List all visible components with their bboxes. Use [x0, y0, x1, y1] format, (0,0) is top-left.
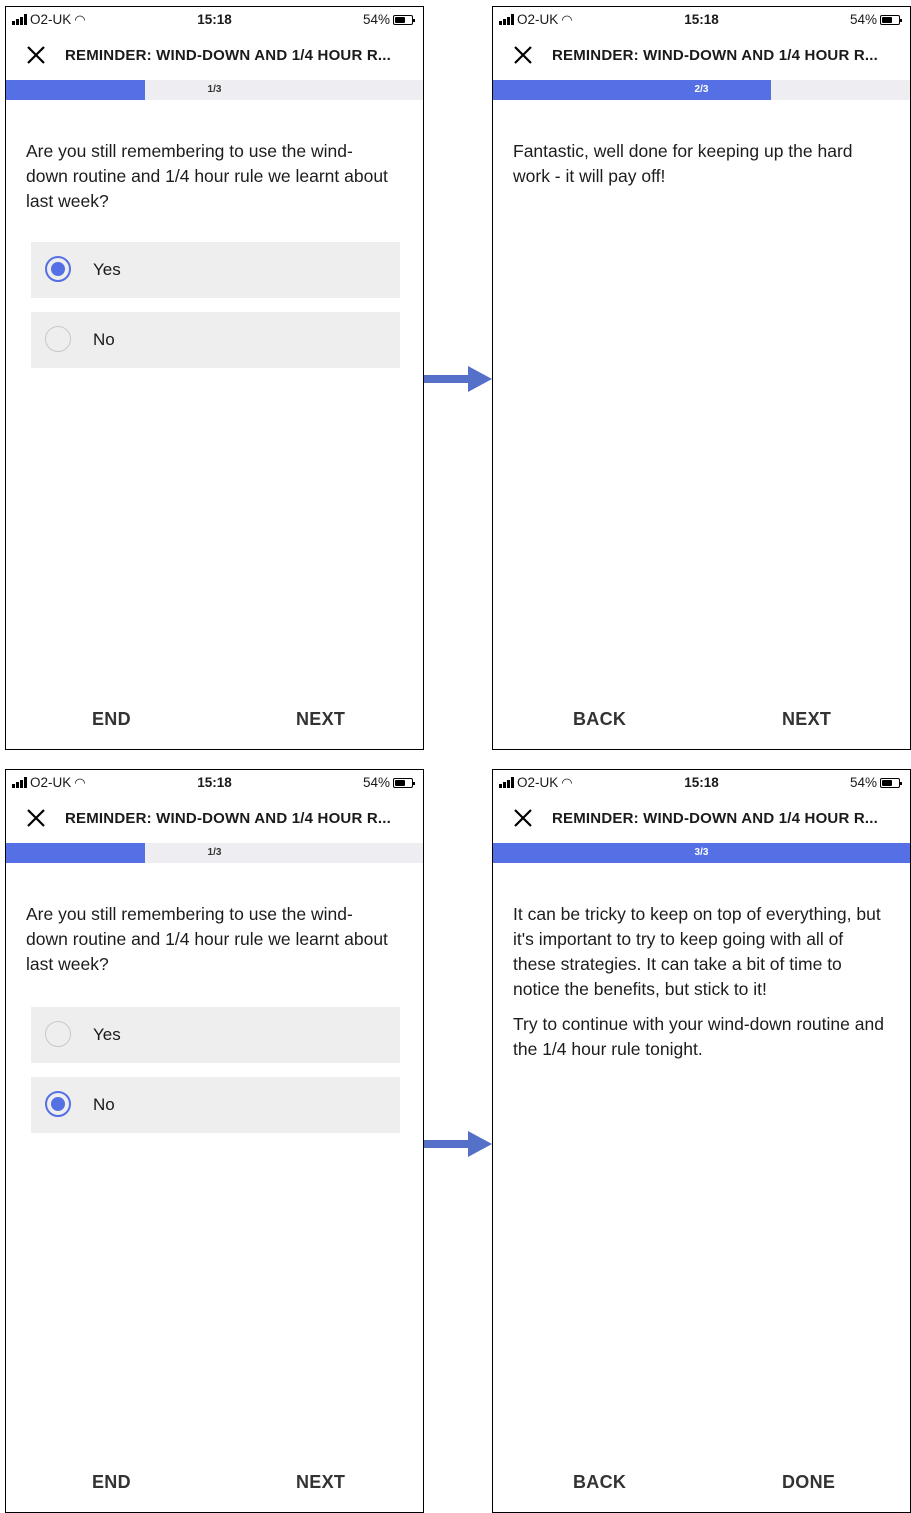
screen-3: O2-UK ◠ 15:18 54% REMINDER: WIND-DOWN AN… — [5, 769, 424, 1513]
next-button[interactable]: NEXT — [782, 709, 831, 730]
radio-icon[interactable] — [45, 1021, 71, 1047]
message-text: It can be tricky to keep on top of every… — [513, 902, 888, 1072]
battery-icon — [880, 14, 902, 25]
radio-icon[interactable] — [45, 256, 71, 282]
close-icon[interactable] — [511, 806, 535, 830]
battery-group: 54% — [362, 12, 415, 27]
option-label: No — [93, 330, 115, 349]
battery-group: 54% — [849, 12, 902, 27]
message-text: Fantastic, well done for keeping up the … — [513, 139, 888, 199]
progress-bar: 3/3 — [493, 843, 910, 863]
status-bar: O2-UK ◠ 15:18 54% — [493, 7, 910, 33]
option-label: Yes — [93, 260, 121, 279]
done-button[interactable]: DONE — [782, 1472, 835, 1493]
status-bar: O2-UK ◠ 15:18 54% — [6, 770, 423, 796]
status-time: 15:18 — [684, 12, 719, 27]
option-label: Yes — [93, 1025, 121, 1044]
progress-bar: 1/3 — [6, 843, 423, 863]
close-icon[interactable] — [511, 43, 535, 67]
status-bar: O2-UK ◠ 15:18 54% — [493, 770, 910, 796]
page-title: REMINDER: WIND-DOWN AND 1/4 HOUR R... — [65, 47, 392, 64]
radio-icon[interactable] — [45, 1091, 71, 1117]
screen-4: O2-UK ◠ 15:18 54% REMINDER: WIND-DOWN AN… — [492, 769, 911, 1513]
battery-icon — [393, 777, 415, 788]
progress-label: 3/3 — [694, 847, 709, 858]
status-bar: O2-UK ◠ 15:18 54% — [6, 7, 423, 33]
next-button[interactable]: NEXT — [296, 1472, 345, 1493]
header: REMINDER: WIND-DOWN AND 1/4 HOUR R... — [6, 800, 423, 840]
message-paragraph: It can be tricky to keep on top of every… — [513, 904, 881, 999]
header: REMINDER: WIND-DOWN AND 1/4 HOUR R... — [493, 37, 910, 77]
option-no[interactable]: No — [31, 1077, 400, 1133]
status-time: 15:18 — [197, 12, 232, 27]
header: REMINDER: WIND-DOWN AND 1/4 HOUR R... — [6, 37, 423, 77]
end-button[interactable]: END — [92, 709, 131, 730]
footer: BACK NEXT — [493, 693, 910, 749]
close-icon[interactable] — [24, 43, 48, 67]
screen-2: O2-UK ◠ 15:18 54% REMINDER: WIND-DOWN AN… — [492, 6, 911, 750]
footer: END NEXT — [6, 693, 423, 749]
option-yes[interactable]: Yes — [31, 1007, 400, 1063]
battery-percent: 54% — [362, 775, 390, 790]
flow-arrow-icon — [424, 366, 492, 392]
progress-label: 2/3 — [694, 84, 709, 95]
footer: END NEXT — [6, 1456, 423, 1512]
next-button[interactable]: NEXT — [296, 709, 345, 730]
progress-label: 1/3 — [207, 847, 222, 858]
page-title: REMINDER: WIND-DOWN AND 1/4 HOUR R... — [552, 810, 879, 827]
progress-bar: 1/3 — [6, 80, 423, 100]
flow-arrow-icon — [424, 1131, 492, 1157]
radio-icon[interactable] — [45, 326, 71, 352]
status-time: 15:18 — [684, 775, 719, 790]
battery-group: 54% — [849, 775, 902, 790]
battery-icon — [880, 777, 902, 788]
battery-percent: 54% — [849, 775, 877, 790]
battery-percent: 54% — [849, 12, 877, 27]
battery-percent: 54% — [362, 12, 390, 27]
status-time: 15:18 — [197, 775, 232, 790]
question-text: Are you still remembering to use the win… — [26, 904, 388, 974]
option-yes[interactable]: Yes — [31, 242, 400, 298]
back-button[interactable]: BACK — [573, 709, 626, 730]
close-icon[interactable] — [24, 806, 48, 830]
back-button[interactable]: BACK — [573, 1472, 626, 1493]
page-title: REMINDER: WIND-DOWN AND 1/4 HOUR R... — [552, 47, 879, 64]
page-title: REMINDER: WIND-DOWN AND 1/4 HOUR R... — [65, 810, 392, 827]
message-paragraph: Fantastic, well done for keeping up the … — [513, 141, 853, 186]
battery-icon — [393, 14, 415, 25]
battery-group: 54% — [362, 775, 415, 790]
option-label: No — [93, 1095, 115, 1114]
progress-bar: 2/3 — [493, 80, 910, 100]
end-button[interactable]: END — [92, 1472, 131, 1493]
question-text: Are you still remembering to use the win… — [26, 141, 388, 211]
screen-1: O2-UK ◠ 15:18 54% REMINDER: WIND-DOWN AN… — [5, 6, 424, 750]
footer: BACK DONE — [493, 1456, 910, 1512]
option-no[interactable]: No — [31, 312, 400, 368]
progress-label: 1/3 — [207, 84, 222, 95]
header: REMINDER: WIND-DOWN AND 1/4 HOUR R... — [493, 800, 910, 840]
message-paragraph: Try to continue with your wind-down rout… — [513, 1014, 884, 1059]
